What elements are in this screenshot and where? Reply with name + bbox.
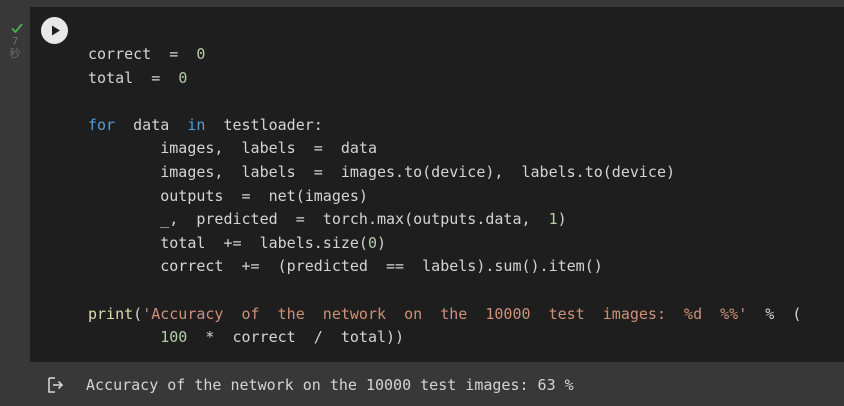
code-token: images, labels = data [88,139,377,158]
code-token: % ( [747,304,802,323]
code-line: total += labels.size(0) [88,232,801,256]
cell-output: Accuracy of the network on the 10000 tes… [0,365,844,406]
code-token: ( [133,304,143,323]
code-line: total = 0 [88,67,801,91]
code-token: _, predicted = torch.max(outputs.data, [88,210,549,229]
code-token: correct = [88,45,197,63]
code-line: images, labels = images.to(device), labe… [88,161,801,185]
code-token: ) [557,210,567,229]
code-token: testloader: [205,115,323,134]
play-icon [52,25,60,36]
code-token: 1 [548,210,558,229]
code-token: data [115,115,188,134]
code-token: 0 [367,233,377,252]
code-token: ) [377,233,387,252]
code-token: * correct / total)) [187,328,405,347]
code-token: outputs = net(images) [88,186,368,205]
code-line: images, labels = data [88,137,801,161]
code-token: total = [88,68,179,87]
notebook-cell: 7 秒 correct = 0 total = 0 for data in tes… [0,0,844,406]
code-token: images, labels = images.to(device), labe… [88,162,675,181]
code-line: _, predicted = torch.max(outputs.data, 1… [88,208,801,232]
code-token: in [187,115,206,134]
code-token: 100 [160,328,188,347]
cell-gutter: 7 秒 [0,0,30,365]
run-cell-button[interactable] [41,17,68,44]
code-token: 'Accuracy of the network on the 10000 te… [142,304,748,323]
code-block[interactable]: correct = 0 total = 0 for data in testloa… [88,43,801,350]
code-token: for [88,115,116,134]
code-line: 100 * correct / total)) [88,326,801,350]
code-token: correct += (predicted == labels).sum().i… [88,257,603,276]
execution-time-unit: 秒 [9,47,21,60]
code-editor[interactable]: correct = 0 total = 0 for data in testloa… [30,7,844,362]
checkmark-icon [10,20,24,34]
code-line: correct += (predicted == labels).sum().i… [88,255,801,279]
code-token: 0 [178,68,188,87]
output-redirect-icon[interactable] [46,375,66,395]
code-line: correct = 0 [88,43,801,67]
code-line: outputs = net(images) [88,185,801,209]
code-token: print [88,304,134,323]
execution-time: 7 秒 [5,36,25,60]
code-token: 0 [196,45,206,63]
output-text: Accuracy of the network on the 10000 tes… [86,376,574,394]
code-line: for data in testloader: [88,114,801,138]
code-token: total += labels.size( [88,233,368,252]
code-line: print('Accuracy of the network on the 10… [88,303,801,327]
